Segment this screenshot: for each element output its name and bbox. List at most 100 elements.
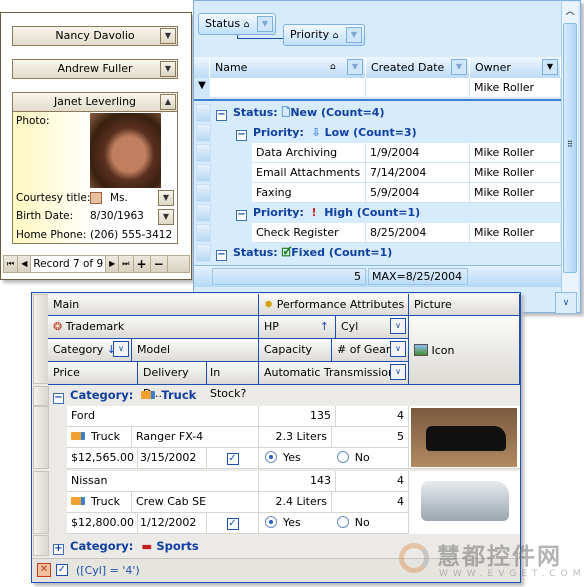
header-cyl[interactable]: Cyl ∨ <box>336 316 409 339</box>
filter-cell-name[interactable] <box>210 78 366 98</box>
row-indicator[interactable] <box>196 244 211 262</box>
group-row-priority-high[interactable]: − Priority: ! High (Count=1) <box>236 203 420 223</box>
chevron-down-icon[interactable]: ▼ <box>451 59 467 75</box>
filter-text[interactable]: ([Cyl] = '4') <box>76 564 140 577</box>
header-icon[interactable]: Icon <box>409 316 520 385</box>
prev-record-icon[interactable]: ◀ <box>18 256 32 272</box>
column-header-name[interactable]: Name ⌂ ▼ <box>210 57 366 78</box>
cell-price[interactable]: $12,800.00 <box>67 513 138 534</box>
row-indicator[interactable] <box>196 204 211 222</box>
cell-trademark[interactable]: Nissan <box>67 471 259 492</box>
first-record-icon[interactable]: ⏮ <box>4 256 19 272</box>
card-andrew-fuller[interactable]: Andrew Fuller ▼ <box>12 59 178 79</box>
cell-category[interactable]: Truck <box>67 492 132 513</box>
cell-trademark[interactable]: Ford <box>67 406 259 427</box>
cell-date[interactable]: 7/14/2004 <box>366 163 470 183</box>
cell-in-stock[interactable]: ✓ <box>207 448 259 469</box>
cell-hp[interactable]: 135 <box>259 406 336 427</box>
chevron-down-icon[interactable]: ∨ <box>390 364 406 380</box>
chevron-down-icon[interactable]: ▼ <box>160 61 176 77</box>
cell-date[interactable]: 8/25/2004 <box>366 223 470 243</box>
group-row-status-new[interactable]: − Status: 🗋New (Count=4) <box>216 103 384 123</box>
column-header-created-date[interactable]: Created Date ▼ <box>366 57 470 78</box>
column-header-owner[interactable]: Owner ▼ <box>470 57 561 78</box>
cell-capacity[interactable]: 2.3 Liters <box>259 427 332 448</box>
clear-filter-icon[interactable]: ✕ <box>37 563 51 577</box>
row-indicator[interactable] <box>33 471 49 534</box>
cell-gears[interactable]: 4 <box>332 492 409 513</box>
cell-category[interactable]: Truck <box>67 427 132 448</box>
radio-yes[interactable] <box>265 451 277 463</box>
row-indicator[interactable] <box>33 406 49 469</box>
cell-hp[interactable]: 143 <box>259 471 336 492</box>
chevron-down-icon[interactable]: ∨ <box>390 341 406 357</box>
row-indicator[interactable] <box>196 144 211 162</box>
cell-auto-transmission[interactable]: Yes No <box>259 513 409 534</box>
add-record-icon[interactable]: + <box>134 256 151 272</box>
cell-picture[interactable] <box>409 471 520 534</box>
group-row-priority-low[interactable]: − Priority: ⇩ Low (Count=3) <box>236 123 417 143</box>
header-price[interactable]: Price <box>48 362 138 385</box>
cell-capacity[interactable]: 2.4 Liters <box>259 492 332 513</box>
radio-yes[interactable] <box>265 516 277 528</box>
cell-model[interactable]: Ranger FX-4 <box>132 427 259 448</box>
collapse-icon[interactable]: − <box>216 250 227 261</box>
group-row-status-fixed[interactable]: − Status: 🗹Fixed (Count=1) <box>216 243 392 263</box>
cell-owner[interactable]: Mike Roller <box>470 163 561 183</box>
filter-cell-date[interactable] <box>366 78 470 98</box>
filter-icon[interactable]: ▼ <box>194 80 210 98</box>
cell-date[interactable]: 5/9/2004 <box>366 183 470 203</box>
row-indicator[interactable] <box>196 224 211 242</box>
cell-cyl[interactable]: 4 <box>336 406 409 427</box>
home-phone-value[interactable]: (206) 555-3412 <box>90 229 172 241</box>
birth-date-value[interactable]: 8/30/1963 <box>90 210 144 222</box>
cell-in-stock[interactable]: ✓ <box>207 513 259 534</box>
cell-name[interactable]: Check Register <box>252 223 366 243</box>
collapse-icon[interactable]: − <box>236 210 247 221</box>
group-by-priority[interactable]: Priority ⌂ ▼ <box>283 24 365 46</box>
header-trademark[interactable]: ❂ Trademark <box>48 316 259 339</box>
header-auto-transmission[interactable]: Automatic Transmission ∨ <box>259 362 409 385</box>
group-row-truck[interactable]: − Category: Truck <box>53 385 196 405</box>
grip-icon[interactable]: ⠿ <box>567 140 573 149</box>
cell-name[interactable]: Data Archiving <box>252 143 366 163</box>
cell-delivery[interactable]: 1/12/2002 <box>138 513 207 534</box>
filter-cell-owner[interactable]: Mike Roller <box>470 78 561 98</box>
header-model[interactable]: Model <box>132 339 259 362</box>
chevron-down-icon[interactable]: ▼ <box>160 28 176 44</box>
header-gears[interactable]: # of Gears ∨ <box>332 339 409 362</box>
row-indicator[interactable] <box>196 104 211 122</box>
row-indicator[interactable] <box>196 164 211 182</box>
row-indicator[interactable] <box>33 535 49 556</box>
row-indicator[interactable] <box>196 184 211 202</box>
chevron-down-icon[interactable]: ▼ <box>257 16 273 32</box>
collapse-icon[interactable]: − <box>216 110 227 121</box>
chevron-down-icon[interactable]: ▼ <box>346 27 362 43</box>
vertical-scrollbar[interactable]: ︿ <box>561 2 578 310</box>
scroll-down-icon[interactable]: ∨ <box>555 292 577 314</box>
chevron-down-icon[interactable]: ∨ <box>113 341 129 357</box>
cell-cyl[interactable]: 4 <box>336 471 409 492</box>
cell-date[interactable]: 1/9/2004 <box>366 143 470 163</box>
header-hp[interactable]: HP ↑ <box>259 316 336 339</box>
cell-picture[interactable] <box>409 406 520 469</box>
header-category[interactable]: Category ↓ ∨ <box>48 339 132 362</box>
chevron-down-icon[interactable]: ▼ <box>158 209 174 225</box>
cell-delivery[interactable]: 3/15/2002 <box>138 448 207 469</box>
chevron-up-icon[interactable]: ▲ <box>160 94 176 110</box>
cell-owner[interactable]: Mike Roller <box>470 223 561 243</box>
cell-name[interactable]: Email Attachments <box>252 163 366 183</box>
filter-enabled-checkbox[interactable]: ✓ <box>56 564 68 576</box>
delete-record-icon[interactable]: − <box>151 256 168 272</box>
next-record-icon[interactable]: ▶ <box>106 256 120 272</box>
band-picture[interactable]: Picture <box>409 294 520 316</box>
header-delivery[interactable]: Delivery D... <box>138 362 207 400</box>
chevron-down-icon[interactable]: ▼ <box>542 59 558 75</box>
cell-name[interactable]: Faxing <box>252 183 366 203</box>
header-capacity[interactable]: Capacity <box>259 339 332 362</box>
last-record-icon[interactable]: ⏭ <box>119 256 134 272</box>
cell-gears[interactable]: 5 <box>332 427 409 448</box>
checkbox-checked[interactable]: ✓ <box>226 518 239 530</box>
chevron-down-icon[interactable]: ▼ <box>158 190 174 206</box>
collapse-icon[interactable]: − <box>236 130 247 141</box>
